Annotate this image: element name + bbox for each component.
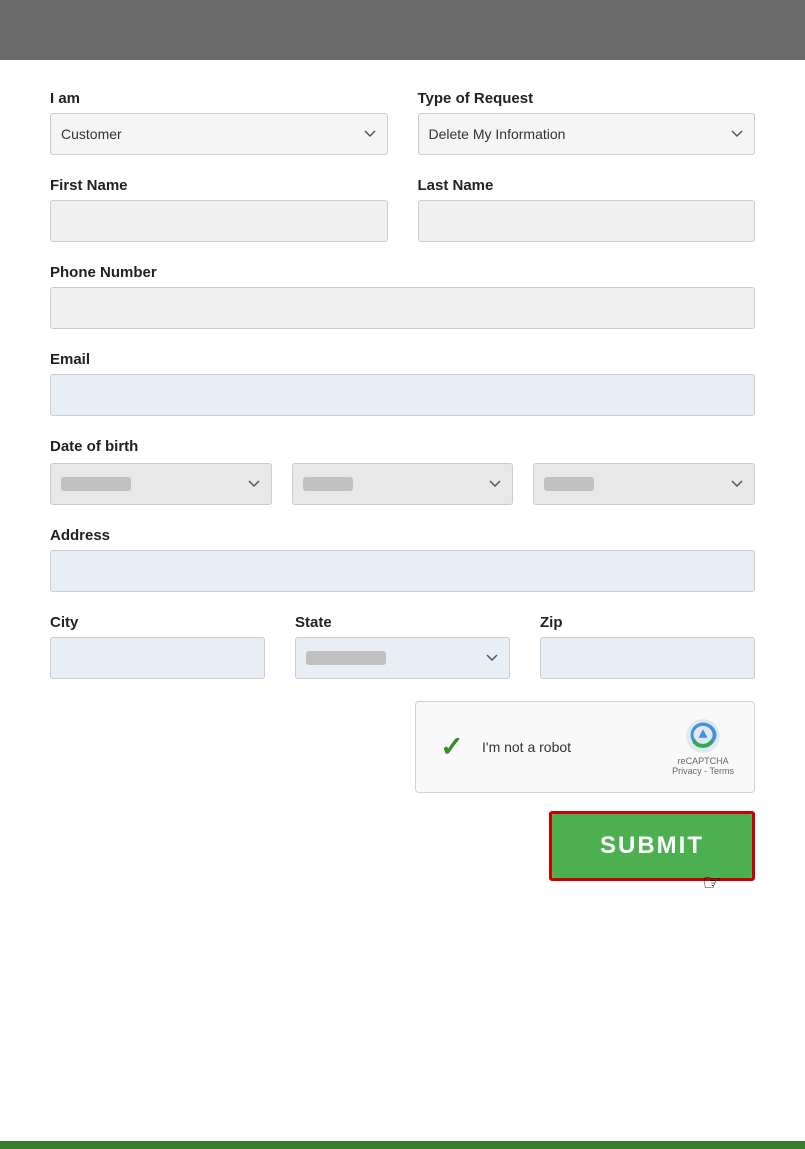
recaptcha-logo-icon (685, 718, 721, 754)
group-email: Email (50, 351, 755, 416)
recaptcha-checkmark: ✓ (436, 731, 468, 763)
email-input[interactable] (50, 374, 755, 416)
state-select-wrapper[interactable] (295, 637, 510, 679)
group-iam: I am Customer (50, 90, 388, 155)
firstname-input[interactable] (50, 200, 388, 242)
label-dob: Date of birth (50, 438, 755, 455)
submit-button[interactable]: SUBMIT (552, 814, 752, 878)
group-address: Address (50, 527, 755, 592)
recaptcha-links: Privacy - Terms (672, 766, 734, 776)
dob-month-group (50, 463, 272, 505)
top-bar (0, 0, 805, 60)
recaptcha-label: reCAPTCHA (678, 756, 729, 766)
type-select-wrapper[interactable]: Delete My Information (418, 113, 756, 155)
address-input[interactable] (50, 550, 755, 592)
group-phone: Phone Number (50, 264, 755, 329)
form-container: I am Customer Type of Request Delete My … (0, 60, 805, 1141)
label-phone: Phone Number (50, 264, 755, 281)
submit-row: SUBMIT ☞ (50, 811, 755, 881)
dob-year-group (533, 463, 755, 505)
row-address: Address (50, 527, 755, 592)
lastname-input[interactable] (418, 200, 756, 242)
group-city: City (50, 614, 265, 679)
dob-month-wrapper[interactable] (50, 463, 272, 505)
dob-row (50, 463, 755, 505)
dob-day-wrapper[interactable] (292, 463, 514, 505)
iam-value: Customer (61, 126, 122, 142)
label-type: Type of Request (418, 90, 756, 107)
state-placeholder (306, 651, 386, 665)
dob-month-placeholder (61, 477, 131, 491)
type-select[interactable]: Delete My Information (418, 113, 756, 155)
cursor-icon: ☞ (702, 870, 722, 896)
label-email: Email (50, 351, 755, 368)
city-input[interactable] (50, 637, 265, 679)
label-zip: Zip (540, 614, 755, 631)
group-state: State (295, 614, 510, 679)
label-lastname: Last Name (418, 177, 756, 194)
label-iam: I am (50, 90, 388, 107)
group-type: Type of Request Delete My Information (418, 90, 756, 155)
dob-year-select[interactable] (533, 463, 755, 505)
row-phone: Phone Number (50, 264, 755, 329)
group-firstname: First Name (50, 177, 388, 242)
iam-select-wrapper[interactable]: Customer (50, 113, 388, 155)
iam-select[interactable]: Customer (50, 113, 388, 155)
dob-day-group (292, 463, 514, 505)
row-iam-type: I am Customer Type of Request Delete My … (50, 90, 755, 155)
row-city-state-zip: City State Zip (50, 614, 755, 679)
checkmark-icon: ✓ (440, 733, 463, 761)
group-lastname: Last Name (418, 177, 756, 242)
recaptcha-right: reCAPTCHA Privacy - Terms (672, 718, 734, 776)
dob-month-select[interactable] (50, 463, 272, 505)
zip-input[interactable] (540, 637, 755, 679)
row-name: First Name Last Name (50, 177, 755, 242)
dob-year-wrapper[interactable] (533, 463, 755, 505)
recaptcha-row: ✓ I'm not a robot reCAPTCHA Privacy - Te… (50, 701, 755, 793)
recaptcha-box[interactable]: ✓ I'm not a robot reCAPTCHA Privacy - Te… (415, 701, 755, 793)
submit-button-wrapper: SUBMIT ☞ (549, 811, 755, 881)
recaptcha-container: ✓ I'm not a robot reCAPTCHA Privacy - Te… (415, 701, 755, 793)
dob-section: Date of birth (50, 438, 755, 505)
row-email: Email (50, 351, 755, 416)
phone-input[interactable] (50, 287, 755, 329)
dob-day-select[interactable] (292, 463, 514, 505)
bottom-bar (0, 1141, 805, 1149)
page-wrapper: I am Customer Type of Request Delete My … (0, 0, 805, 1149)
label-state: State (295, 614, 510, 631)
group-zip: Zip (540, 614, 755, 679)
recaptcha-left: ✓ I'm not a robot (436, 731, 571, 763)
recaptcha-text: I'm not a robot (482, 739, 571, 755)
label-address: Address (50, 527, 755, 544)
dob-day-placeholder (303, 477, 353, 491)
label-city: City (50, 614, 265, 631)
type-value: Delete My Information (429, 126, 566, 142)
state-select[interactable] (295, 637, 510, 679)
dob-year-placeholder (544, 477, 594, 491)
label-firstname: First Name (50, 177, 388, 194)
